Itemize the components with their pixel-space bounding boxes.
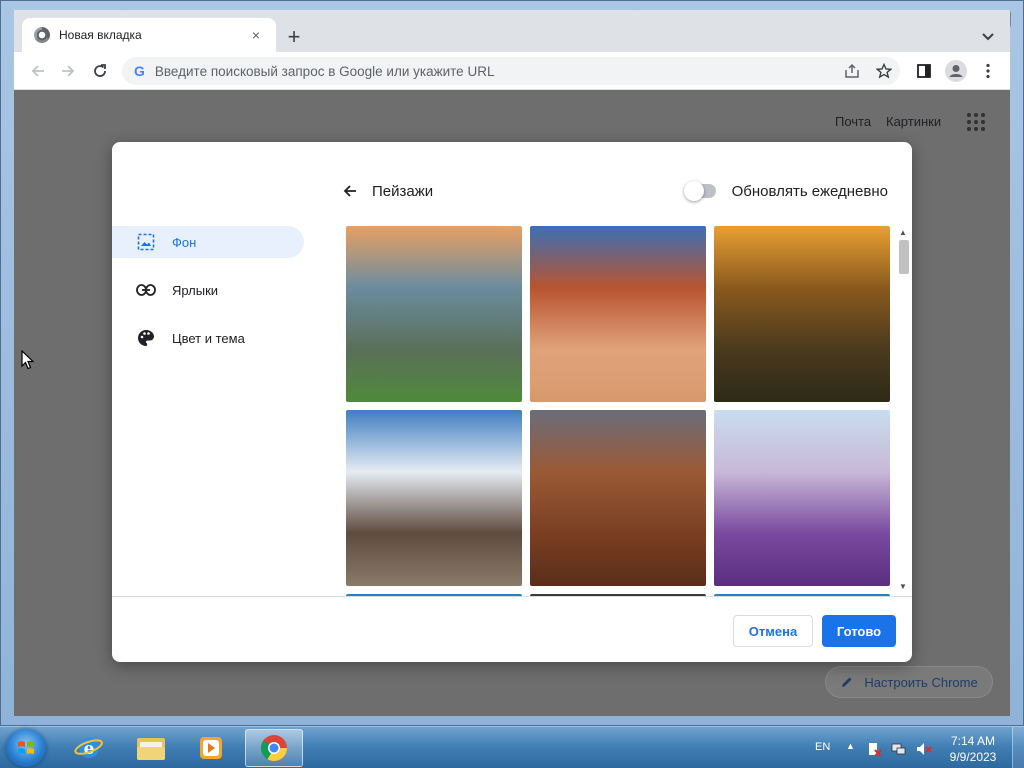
show-desktop-button[interactable]	[1012, 727, 1024, 768]
chevron-down-icon	[982, 33, 994, 41]
tab-search-button[interactable]	[976, 25, 1000, 49]
pencil-icon	[842, 677, 852, 687]
folder-icon	[137, 738, 165, 760]
forward-arrow-icon	[62, 65, 75, 77]
link-icon	[136, 280, 156, 300]
dialog-header: Пейзажи Обновлять ежедневно	[342, 178, 888, 204]
side-panel-button[interactable]	[912, 59, 936, 83]
mouse-cursor-icon	[21, 350, 35, 370]
palette-icon	[136, 328, 156, 348]
share-button[interactable]	[840, 59, 864, 83]
windows-logo-icon	[18, 741, 34, 754]
avatar-icon	[945, 60, 967, 82]
new-tab-button[interactable]: +	[280, 24, 308, 52]
background-tile-lavender-field[interactable]	[714, 410, 890, 586]
background-tile-snowy-peak[interactable]	[346, 410, 522, 586]
taskbar-media-player[interactable]	[182, 729, 240, 767]
browser-toolbar: G Введите поисковый запрос в Google или …	[14, 52, 1010, 90]
tab-strip: Новая вкладка × +	[14, 10, 1010, 52]
customize-dialog: Фон Ярлыки Цвет и тема Пейзажи Обновлять…	[112, 142, 912, 662]
taskbar-internet-explorer[interactable]: e	[60, 729, 118, 767]
background-tile-canyon-sunset[interactable]	[714, 226, 890, 402]
bookmark-button[interactable]	[872, 59, 896, 83]
taskbar-chrome[interactable]	[245, 729, 303, 767]
address-placeholder: Введите поисковый запрос в Google или ук…	[154, 63, 495, 79]
clock-date: 9/9/2023	[949, 750, 997, 764]
gmail-link[interactable]: Почта	[835, 114, 871, 129]
sidebar-item-shortcuts[interactable]: Ярлыки	[112, 274, 304, 306]
reload-button[interactable]	[88, 59, 112, 83]
images-link[interactable]: Картинки	[886, 114, 941, 129]
internet-explorer-icon: e	[74, 738, 103, 759]
sidebar-item-label: Ярлыки	[172, 282, 219, 298]
language-indicator[interactable]: EN	[815, 741, 830, 753]
sidebar-item-label: Цвет и тема	[172, 330, 245, 346]
sidebar-item-background[interactable]: Фон	[112, 226, 304, 258]
customize-chrome-button[interactable]: Настроить Chrome	[825, 666, 993, 698]
google-g-icon: G	[134, 63, 145, 79]
grid-scrollbar[interactable]: ▲ ▼	[896, 226, 910, 596]
taskbar-file-explorer[interactable]	[122, 729, 180, 767]
google-apps-icon[interactable]	[967, 113, 985, 131]
background-tile-lake-rocks[interactable]	[346, 226, 522, 402]
menu-button[interactable]	[976, 59, 1000, 83]
scroll-down-arrow[interactable]: ▼	[899, 582, 907, 591]
chrome-icon	[260, 735, 288, 762]
kebab-menu-icon	[986, 63, 990, 79]
system-clock[interactable]: 7:14 AM 9/9/2023	[940, 733, 1006, 765]
reload-icon	[94, 64, 106, 77]
background-tile-desert-canyon[interactable]	[530, 410, 706, 586]
start-button[interactable]	[6, 729, 46, 767]
taskbar: e EN ▲ 7:14 AM 9/9/2023	[0, 726, 1024, 768]
address-bar[interactable]: G Введите поисковый запрос в Google или …	[122, 57, 900, 85]
sidebar-item-label: Фон	[172, 234, 197, 250]
tab-close-icon[interactable]: ×	[248, 27, 264, 43]
collection-title: Пейзажи	[372, 182, 434, 200]
chrome-favicon-icon	[34, 27, 50, 43]
background-tile-delicate-arch[interactable]	[530, 226, 706, 402]
back-button[interactable]	[26, 59, 50, 83]
scroll-thumb[interactable]	[899, 240, 909, 274]
dialog-footer: Отмена Готово	[112, 596, 912, 662]
done-button[interactable]: Готово	[822, 615, 896, 647]
sidebar-item-color-theme[interactable]: Цвет и тема	[112, 322, 304, 354]
volume-muted-icon[interactable]	[916, 741, 932, 757]
customize-chrome-label: Настроить Chrome	[864, 674, 978, 690]
action-center-icon[interactable]	[866, 741, 882, 757]
share-icon	[845, 63, 859, 78]
back-arrow-icon	[31, 65, 44, 77]
media-player-icon	[200, 737, 222, 759]
cancel-button[interactable]: Отмена	[733, 615, 813, 647]
tab-title: Новая вкладка	[59, 28, 142, 42]
daily-refresh-label: Обновлять ежедневно	[731, 182, 888, 200]
profile-button[interactable]	[944, 59, 968, 83]
clock-time: 7:14 AM	[950, 734, 996, 748]
forward-button[interactable]	[56, 59, 80, 83]
show-hidden-icons-button[interactable]: ▲	[846, 741, 855, 751]
tab-new-tab[interactable]: Новая вкладка ×	[22, 18, 276, 52]
image-icon	[136, 232, 156, 252]
side-panel-icon	[917, 64, 931, 78]
scroll-up-arrow[interactable]: ▲	[899, 228, 907, 237]
star-icon	[876, 63, 892, 79]
background-grid	[346, 226, 912, 596]
network-icon[interactable]	[891, 741, 907, 757]
daily-refresh-toggle[interactable]	[683, 181, 716, 201]
back-arrow-icon[interactable]	[342, 181, 362, 201]
